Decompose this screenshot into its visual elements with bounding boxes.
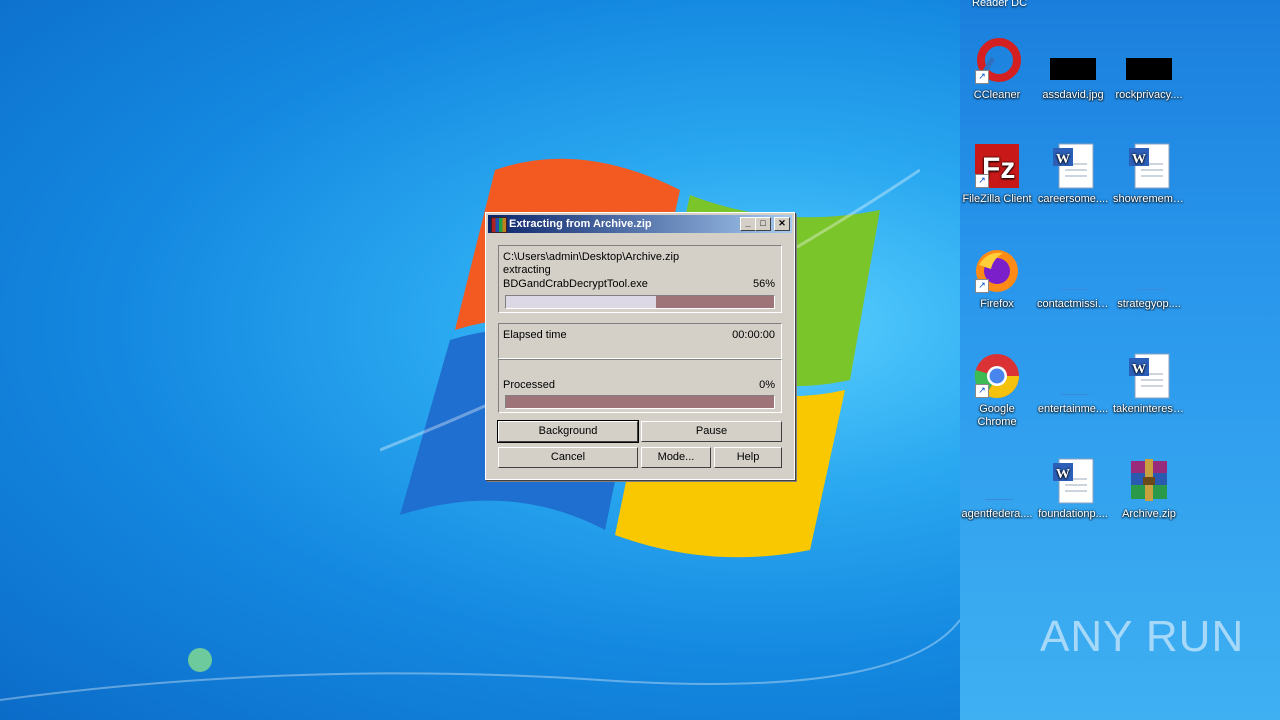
processed-label: Processed [503, 379, 555, 391]
shortcut-arrow-icon: ↗ [975, 279, 989, 293]
time-group: Elapsed time 00:00:00 [498, 323, 782, 359]
maximize-button[interactable]: □ [755, 217, 771, 231]
image-file-icon [1049, 38, 1097, 86]
winrar-archive-icon [1125, 457, 1173, 505]
desktop-icon-assdavid[interactable]: assdavid.jpg [1035, 38, 1111, 102]
desktop-icon-chrome[interactable]: ↗ Google Chrome [959, 352, 1035, 429]
desktop-icon-showremem[interactable]: W showremem.... [1111, 142, 1187, 206]
pause-button[interactable]: Pause [641, 421, 782, 442]
desktop-icon-archive-zip[interactable]: Archive.zip [1111, 457, 1187, 521]
cancel-button[interactable]: Cancel [498, 447, 638, 468]
blank-file-icon [1049, 352, 1097, 400]
background-button[interactable]: Background [497, 420, 639, 443]
file-progress-group: C:\Users\admin\Desktop\Archive.zip extra… [498, 245, 782, 313]
elapsed-time-label: Elapsed time [503, 329, 567, 341]
word-document-icon: W [1125, 142, 1173, 190]
ccleaner-icon: ↗ [973, 38, 1021, 86]
minimize-button[interactable]: _ [740, 217, 756, 231]
desktop-icon-filezilla[interactable]: Fz ↗ FileZilla Client [959, 142, 1035, 206]
action-label: extracting [503, 264, 551, 276]
blank-file-icon [973, 457, 1021, 505]
desktop-icon-label-partial: Reader DC [972, 0, 1028, 9]
shortcut-arrow-icon: ↗ [975, 70, 989, 84]
chrome-icon: ↗ [973, 352, 1021, 400]
desktop-icon-takeninteres[interactable]: W takeninteres.... [1111, 352, 1187, 416]
shortcut-arrow-icon: ↗ [975, 174, 989, 188]
blank-file-icon [1049, 247, 1097, 295]
extraction-dialog: Extracting from Archive.zip _ □ ✕ C:\Use… [485, 212, 795, 480]
firefox-icon: ↗ [973, 247, 1021, 295]
elapsed-time-value: 00:00:00 [732, 329, 775, 341]
word-document-icon: W [1049, 142, 1097, 190]
close-button[interactable]: ✕ [774, 217, 790, 231]
svg-text:W: W [1056, 467, 1070, 482]
archive-path: C:\Users\admin\Desktop\Archive.zip [503, 251, 680, 263]
desktop-icon-careersome[interactable]: W careersome.... [1035, 142, 1111, 206]
blank-file-icon [1125, 247, 1173, 295]
filezilla-icon: Fz ↗ [973, 142, 1021, 190]
svg-text:W: W [1132, 362, 1146, 377]
image-file-icon [1125, 38, 1173, 86]
word-document-icon: W [1049, 457, 1097, 505]
current-file-name: BDGandCrabDecryptTool.exe [503, 278, 648, 290]
processed-progress-bar [505, 395, 775, 409]
file-progress-bar [505, 295, 775, 309]
winrar-app-icon [491, 217, 507, 233]
file-progress-fill [506, 296, 657, 308]
dialog-title: Extracting from Archive.zip [509, 218, 652, 230]
help-button[interactable]: Help [714, 447, 782, 468]
word-document-icon: W [1125, 352, 1173, 400]
desktop-icon-contactmissi[interactable]: contactmissi.... [1035, 247, 1111, 311]
desktop-icon-foundationp[interactable]: W foundationp.... [1035, 457, 1111, 521]
dialog-titlebar[interactable]: Extracting from Archive.zip _ □ ✕ [488, 215, 792, 233]
svg-text:W: W [1056, 152, 1070, 167]
file-percent: 56% [752, 278, 775, 290]
desktop-icon-rockprivacy[interactable]: rockprivacy.... [1111, 38, 1187, 102]
svg-text:W: W [1132, 152, 1146, 167]
processed-percent: 0% [759, 379, 775, 391]
anyrun-watermark: ANY RUN [1040, 612, 1245, 661]
shortcut-arrow-icon: ↗ [975, 384, 989, 398]
mode-button[interactable]: Mode... [641, 447, 711, 468]
wallpaper-light-curves [0, 619, 960, 701]
processed-group: Processed 0% [498, 359, 782, 413]
desktop-icon-ccleaner[interactable]: ↗ CCleaner [959, 38, 1035, 102]
desktop-icon-firefox[interactable]: ↗ Firefox [959, 247, 1035, 311]
desktop-icon-strategyop[interactable]: strategyop.... [1111, 247, 1187, 311]
desktop-icon-entertainme[interactable]: entertainme.... [1035, 352, 1111, 416]
desktop-icon-agentfedera[interactable]: agentfedera.... [959, 457, 1035, 521]
